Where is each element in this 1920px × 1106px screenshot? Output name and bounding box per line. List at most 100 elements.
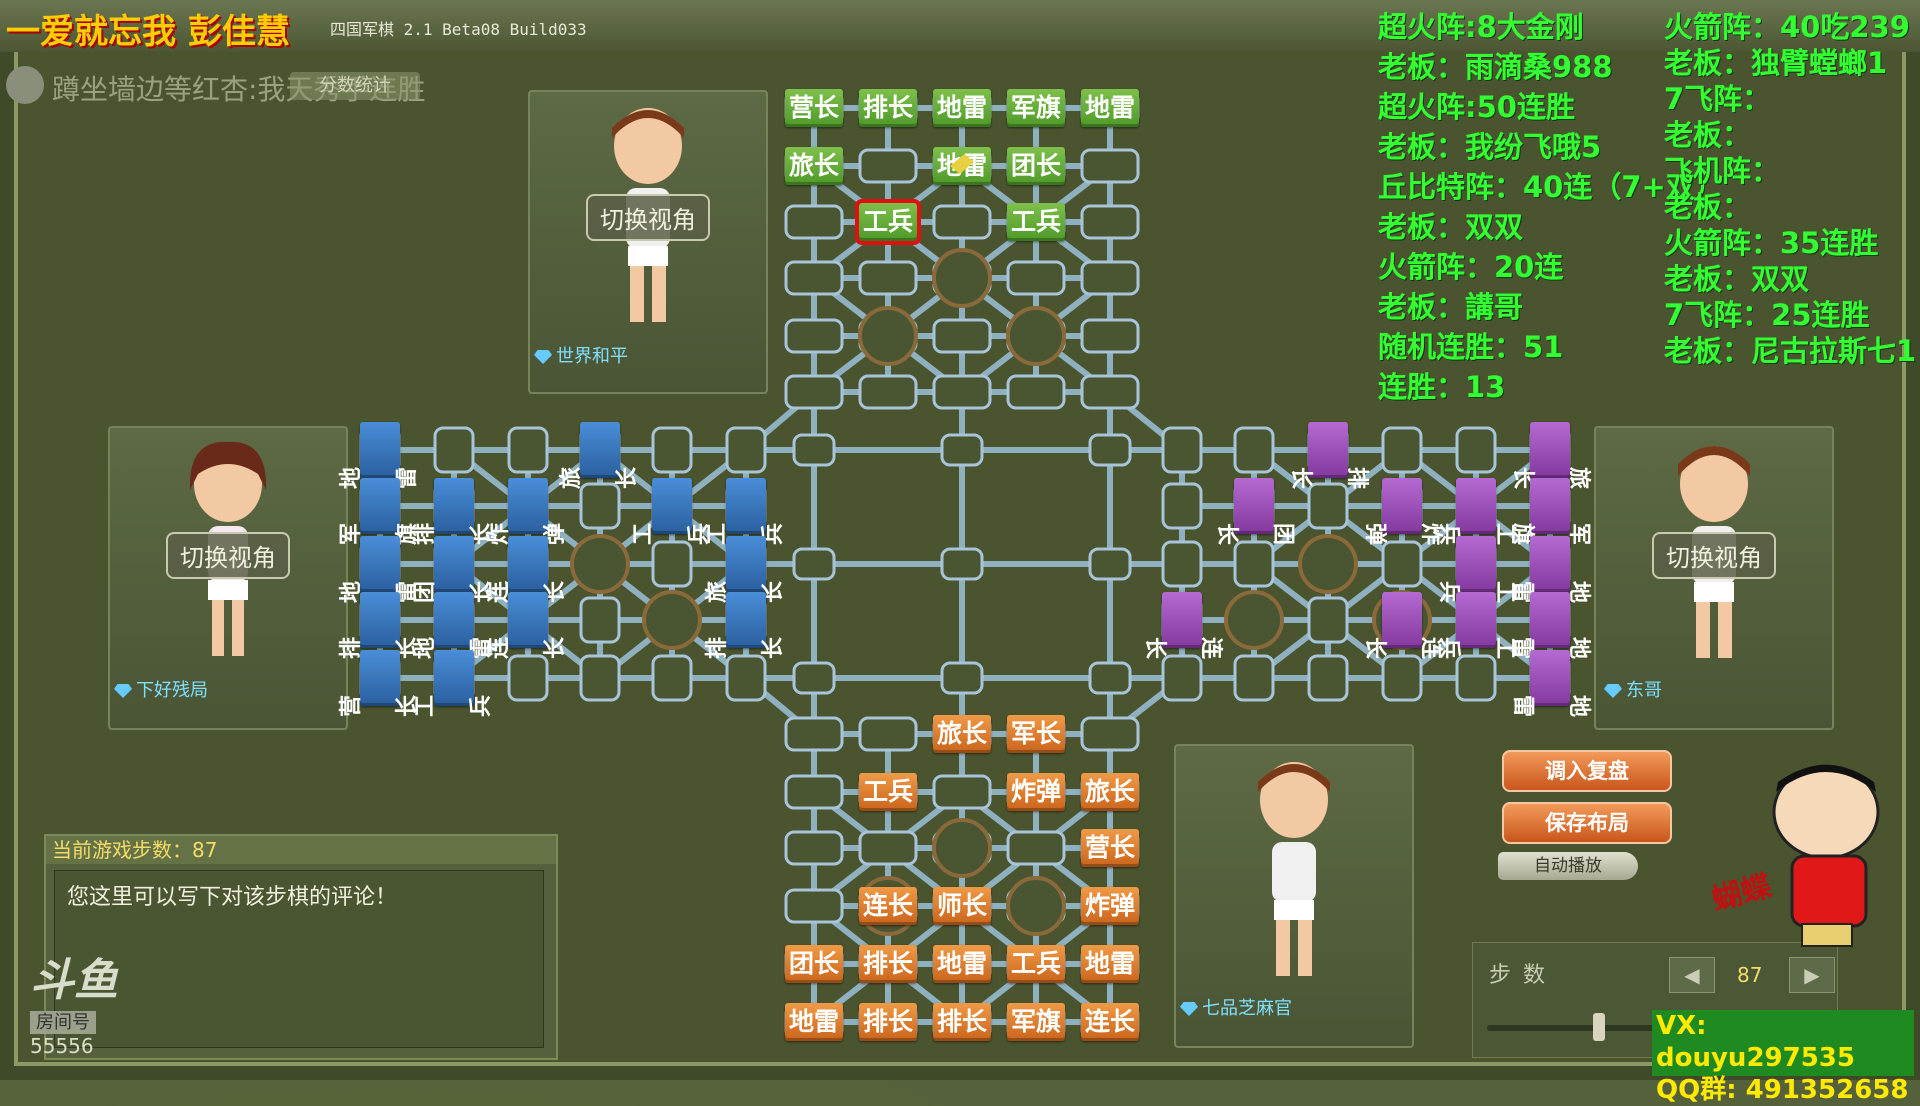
- board-post[interactable]: [784, 716, 844, 752]
- game-piece[interactable]: 地雷: [933, 945, 991, 983]
- game-piece[interactable]: 地雷: [1510, 536, 1591, 603]
- game-piece[interactable]: 军旗: [339, 478, 420, 545]
- board-post[interactable]: [784, 318, 844, 354]
- game-piece[interactable]: 连长: [1081, 1003, 1139, 1041]
- board-post[interactable]: [651, 654, 693, 702]
- board-post[interactable]: [1233, 654, 1275, 702]
- board-camp[interactable]: [932, 248, 992, 308]
- board-post[interactable]: [784, 204, 844, 240]
- game-piece[interactable]: 炸弹: [1081, 887, 1139, 925]
- game-piece[interactable]: 排长: [705, 592, 786, 659]
- game-piece[interactable]: 地雷: [339, 536, 420, 603]
- game-piece[interactable]: 工兵: [855, 199, 921, 245]
- board-post[interactable]: [579, 596, 621, 644]
- game-piece[interactable]: 旅长: [559, 422, 640, 489]
- game-piece[interactable]: 排长: [859, 1003, 917, 1041]
- game-piece[interactable]: 工兵: [631, 478, 712, 545]
- game-piece[interactable]: 炸弹: [1362, 478, 1443, 545]
- game-piece[interactable]: 工兵: [859, 773, 917, 811]
- board-post[interactable]: [1307, 654, 1349, 702]
- game-piece[interactable]: 连长: [1362, 592, 1443, 659]
- game-piece[interactable]: 军旗: [1510, 478, 1591, 545]
- board-post[interactable]: [433, 426, 475, 474]
- game-piece[interactable]: 排长: [413, 478, 494, 545]
- game-piece[interactable]: 旅长: [933, 715, 991, 753]
- game-piece[interactable]: 炸弹: [1007, 773, 1065, 811]
- board-post[interactable]: [1080, 260, 1140, 296]
- game-piece[interactable]: 排长: [339, 592, 420, 659]
- board-post[interactable]: [1006, 374, 1066, 410]
- game-piece[interactable]: 连长: [1142, 592, 1223, 659]
- board-post[interactable]: [932, 374, 992, 410]
- game-piece[interactable]: 连长: [487, 536, 568, 603]
- board-post[interactable]: [858, 830, 918, 866]
- auto-play-button[interactable]: 自动播放: [1498, 852, 1638, 880]
- board-post[interactable]: [858, 374, 918, 410]
- game-piece[interactable]: 工兵: [705, 478, 786, 545]
- game-piece[interactable]: 地雷: [1081, 945, 1139, 983]
- game-piece[interactable]: 军旗: [1007, 1003, 1065, 1041]
- board-post[interactable]: [940, 661, 984, 695]
- board-post[interactable]: [1080, 204, 1140, 240]
- game-piece[interactable]: 连长: [859, 887, 917, 925]
- board-post[interactable]: [1233, 426, 1275, 474]
- board-post[interactable]: [1006, 260, 1066, 296]
- game-piece[interactable]: 排长: [859, 945, 917, 983]
- board-post[interactable]: [858, 260, 918, 296]
- board-post[interactable]: [784, 888, 844, 924]
- save-layout-button[interactable]: 保存布局: [1502, 802, 1672, 844]
- board-post[interactable]: [1088, 661, 1132, 695]
- game-piece[interactable]: 团长: [1007, 147, 1065, 185]
- game-piece[interactable]: 工兵: [1007, 203, 1065, 241]
- game-piece[interactable]: 团长: [785, 945, 843, 983]
- board-post[interactable]: [1080, 374, 1140, 410]
- board-post[interactable]: [1161, 426, 1203, 474]
- board-post[interactable]: [725, 426, 767, 474]
- board-post[interactable]: [651, 426, 693, 474]
- game-piece[interactable]: 师长: [933, 887, 991, 925]
- board-post[interactable]: [940, 433, 984, 467]
- game-piece[interactable]: 地雷: [785, 1003, 843, 1041]
- board-post[interactable]: [940, 547, 984, 581]
- game-piece[interactable]: 工兵: [413, 650, 494, 717]
- game-piece[interactable]: 地雷: [339, 422, 420, 489]
- game-piece[interactable]: 军旗: [1007, 89, 1065, 127]
- board-post[interactable]: [1455, 426, 1497, 474]
- board-post[interactable]: [784, 374, 844, 410]
- game-piece[interactable]: 营长: [1081, 829, 1139, 867]
- board-post[interactable]: [507, 426, 549, 474]
- board-post[interactable]: [1088, 547, 1132, 581]
- game-piece[interactable]: 地雷: [933, 89, 991, 127]
- game-piece[interactable]: 工兵: [1436, 592, 1517, 659]
- game-piece[interactable]: 连长: [487, 592, 568, 659]
- board-camp[interactable]: [932, 818, 992, 878]
- board-post[interactable]: [784, 260, 844, 296]
- comment-textarea[interactable]: 您这里可以写下对该步棋的评论！: [54, 870, 544, 1048]
- game-piece[interactable]: 排长: [933, 1003, 991, 1041]
- board-post[interactable]: [932, 774, 992, 810]
- game-piece[interactable]: 军长: [1007, 715, 1065, 753]
- board-post[interactable]: [1381, 426, 1423, 474]
- game-piece[interactable]: 旅长: [785, 147, 843, 185]
- game-piece[interactable]: 营长: [785, 89, 843, 127]
- board-post[interactable]: [1088, 433, 1132, 467]
- game-piece[interactable]: 排长: [859, 89, 917, 127]
- board-camp[interactable]: [858, 306, 918, 366]
- game-piece[interactable]: 团长: [413, 536, 494, 603]
- game-piece[interactable]: 旅长: [705, 536, 786, 603]
- board-post[interactable]: [784, 774, 844, 810]
- board-post[interactable]: [1161, 540, 1203, 588]
- board-post[interactable]: [1080, 148, 1140, 184]
- game-piece[interactable]: 排长: [1288, 422, 1369, 489]
- board-post[interactable]: [858, 148, 918, 184]
- board-post[interactable]: [579, 654, 621, 702]
- board-post[interactable]: [932, 318, 992, 354]
- board-post[interactable]: [858, 716, 918, 752]
- game-piece[interactable]: 地雷: [1081, 89, 1139, 127]
- board-camp[interactable]: [1006, 876, 1066, 936]
- load-replay-button[interactable]: 调入复盘: [1502, 750, 1672, 792]
- game-piece[interactable]: 团长: [1214, 478, 1295, 545]
- board-post[interactable]: [792, 433, 836, 467]
- board-post[interactable]: [932, 204, 992, 240]
- board-post[interactable]: [1307, 596, 1349, 644]
